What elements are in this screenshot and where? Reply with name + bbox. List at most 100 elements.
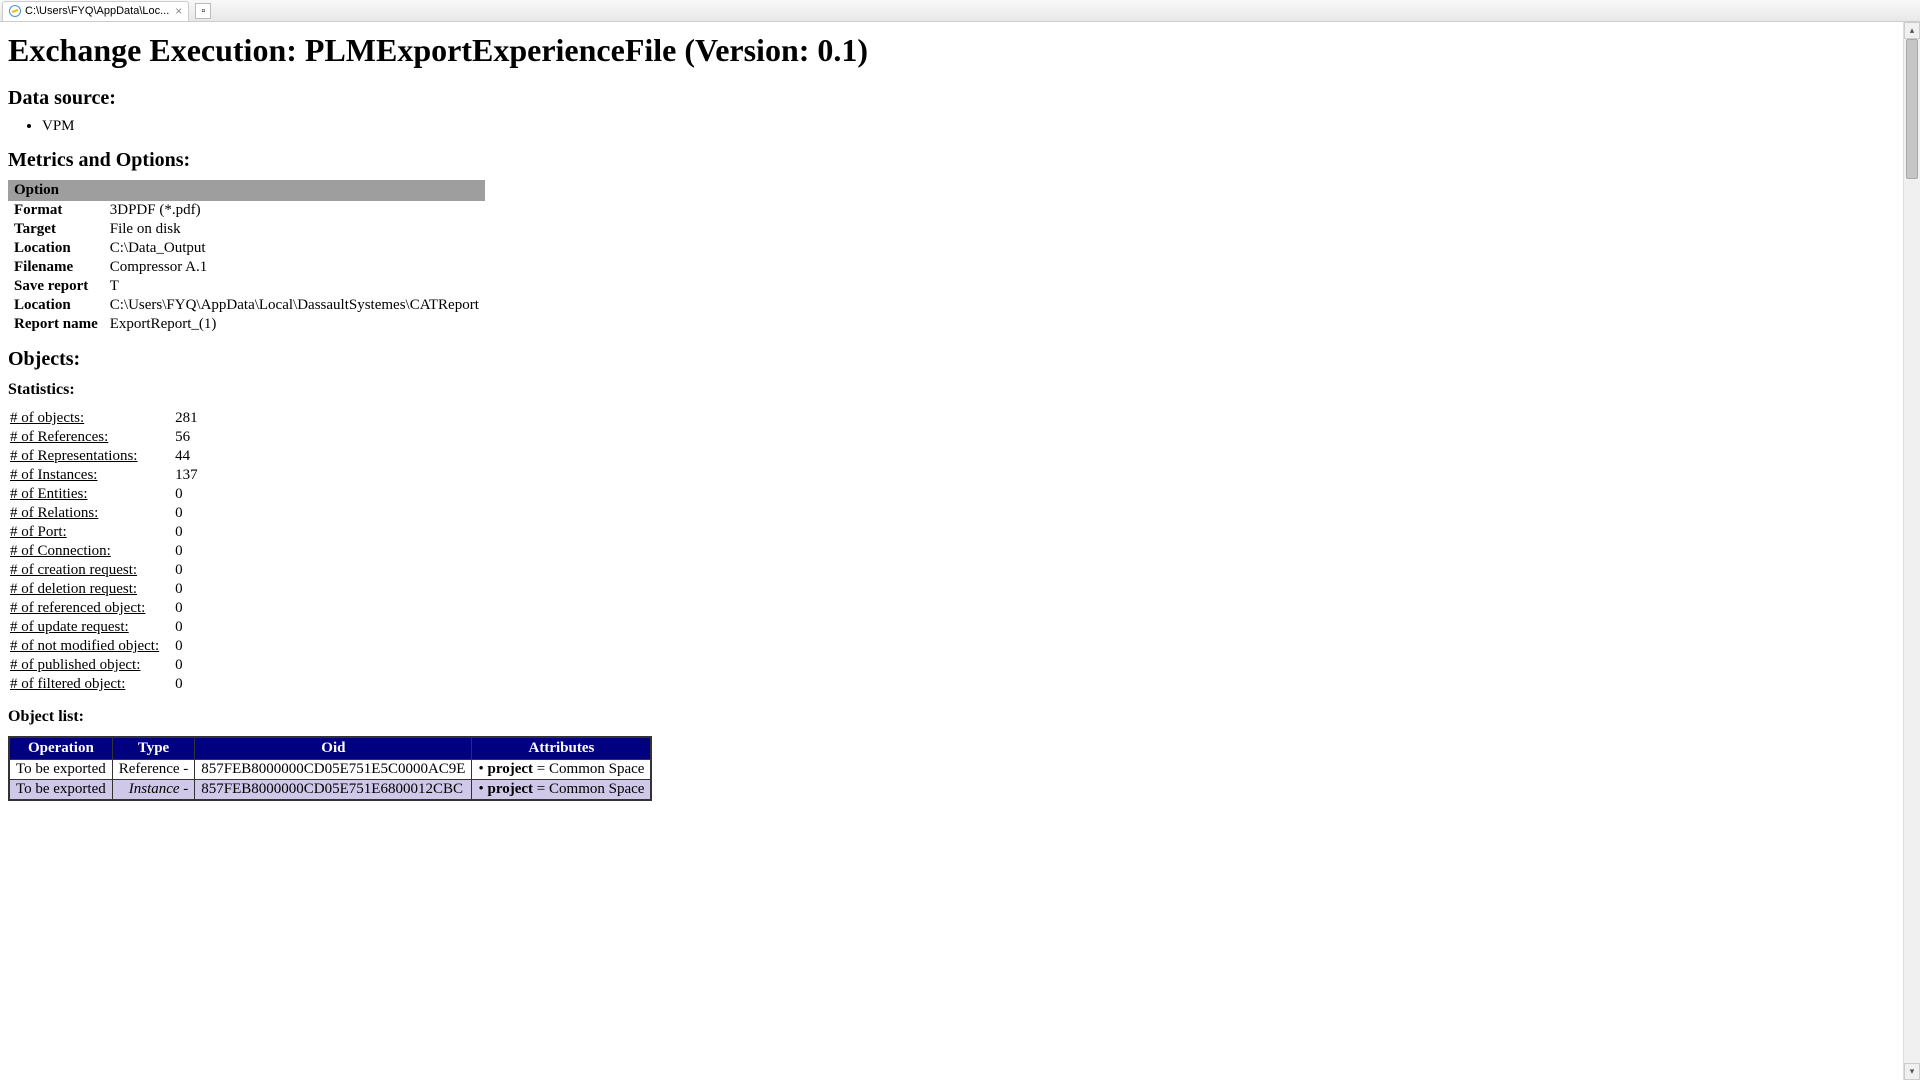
options-header-blank: [104, 180, 485, 201]
stat-label: # of not modified object:: [8, 637, 167, 656]
option-value: 3DPDF (*.pdf): [104, 201, 485, 220]
stat-row: # of Connection:0: [8, 542, 206, 561]
data-source-item: VPM: [42, 118, 1912, 135]
col-operation: Operation: [9, 737, 112, 760]
stat-label: # of Relations:: [8, 504, 167, 523]
stat-label: # of Port:: [8, 523, 167, 542]
new-tab-icon: ▫: [201, 5, 205, 17]
stat-label: # of objects:: [8, 409, 167, 428]
stat-label: # of References:: [8, 428, 167, 447]
stat-value: 0: [167, 523, 206, 542]
stat-row: # of Representations:44: [8, 447, 206, 466]
option-label: Format: [8, 201, 104, 220]
options-table: Option Format3DPDF (*.pdf)TargetFile on …: [8, 180, 485, 334]
object-list-table: Operation Type Oid Attributes To be expo…: [8, 736, 652, 801]
option-label: Location: [8, 296, 104, 315]
stat-label: # of filtered object:: [8, 675, 167, 694]
stat-value: 0: [167, 561, 206, 580]
stat-value: 0: [167, 618, 206, 637]
col-type: Type: [112, 737, 195, 760]
tab-title: C:\Users\FYQ\AppData\Loc...: [25, 5, 169, 17]
stat-row: # of filtered object:0: [8, 675, 206, 694]
stat-value: 0: [167, 504, 206, 523]
browser-tab[interactable]: C:\Users\FYQ\AppData\Loc... ×: [2, 1, 189, 21]
stat-value: 0: [167, 485, 206, 504]
attr-value: Common Space: [549, 781, 644, 797]
option-label: Save report: [8, 277, 104, 296]
vertical-scrollbar[interactable]: ▴ ▾: [1903, 22, 1920, 1080]
option-value: C:\Data_Output: [104, 239, 485, 258]
document-body: Exchange Execution: PLMExportExperienceF…: [0, 22, 1920, 841]
stat-row: # of References:56: [8, 428, 206, 447]
stat-row: # of Instances:137: [8, 466, 206, 485]
cell-oid: 857FEB8000000CD05E751E6800012CBC: [195, 780, 472, 801]
stat-value: 0: [167, 542, 206, 561]
attr-value: Common Space: [549, 761, 644, 777]
cell-type: Reference -: [112, 760, 195, 780]
option-value: Compressor A.1: [104, 258, 485, 277]
stat-label: # of Instances:: [8, 466, 167, 485]
cell-attributes: • project = Common Space: [472, 780, 651, 801]
stat-label: # of Connection:: [8, 542, 167, 561]
stat-row: # of Port:0: [8, 523, 206, 542]
cell-operation: To be exported: [9, 760, 112, 780]
statistics-heading: Statistics:: [8, 381, 1912, 399]
data-source-list: VPM: [8, 118, 1912, 135]
stat-label: # of referenced object:: [8, 599, 167, 618]
stat-value: 0: [167, 599, 206, 618]
stat-row: # of creation request:0: [8, 561, 206, 580]
scroll-down-button[interactable]: ▾: [1904, 1063, 1920, 1080]
col-attributes: Attributes: [472, 737, 651, 760]
table-row: To be exportedReference -857FEB8000000CD…: [9, 760, 651, 780]
option-value: T: [104, 277, 485, 296]
stat-label: # of update request:: [8, 618, 167, 637]
stat-label: # of published object:: [8, 656, 167, 675]
cell-attributes: • project = Common Space: [472, 760, 651, 780]
viewport: Exchange Execution: PLMExportExperienceF…: [0, 22, 1920, 1080]
metrics-heading: Metrics and Options:: [8, 149, 1912, 172]
option-row: Save reportT: [8, 277, 485, 296]
stat-value: 0: [167, 580, 206, 599]
option-row: LocationC:\Users\FYQ\AppData\Local\Dassa…: [8, 296, 485, 315]
stat-row: # of Entities:0: [8, 485, 206, 504]
stat-row: # of referenced object:0: [8, 599, 206, 618]
option-value: ExportReport_(1): [104, 315, 485, 334]
ie-icon: [9, 5, 21, 17]
stat-value: 0: [167, 637, 206, 656]
stat-value: 0: [167, 656, 206, 675]
scroll-up-button[interactable]: ▴: [1904, 22, 1920, 39]
stat-label: # of creation request:: [8, 561, 167, 580]
stat-label: # of deletion request:: [8, 580, 167, 599]
option-row: Format3DPDF (*.pdf): [8, 201, 485, 220]
new-tab-button[interactable]: ▫: [195, 3, 211, 19]
cell-oid: 857FEB8000000CD05E751E5C0000AC9E: [195, 760, 472, 780]
option-label: Location: [8, 239, 104, 258]
data-source-heading: Data source:: [8, 87, 1912, 110]
stat-label: # of Representations:: [8, 447, 167, 466]
stat-row: # of objects:281: [8, 409, 206, 428]
option-row: Report nameExportReport_(1): [8, 315, 485, 334]
option-row: LocationC:\Data_Output: [8, 239, 485, 258]
col-oid: Oid: [195, 737, 472, 760]
option-label: Report name: [8, 315, 104, 334]
option-row: FilenameCompressor A.1: [8, 258, 485, 277]
cell-operation: To be exported: [9, 780, 112, 801]
stat-value: 0: [167, 675, 206, 694]
scroll-thumb[interactable]: [1906, 39, 1918, 179]
cell-type: Instance -: [112, 780, 195, 801]
stat-value: 281: [167, 409, 206, 428]
objects-heading: Objects:: [8, 348, 1912, 371]
stat-label: # of Entities:: [8, 485, 167, 504]
scroll-track[interactable]: [1904, 39, 1920, 1063]
option-row: TargetFile on disk: [8, 220, 485, 239]
close-icon[interactable]: ×: [175, 4, 182, 18]
stat-row: # of Relations:0: [8, 504, 206, 523]
attr-key: project: [488, 781, 534, 797]
option-label: Filename: [8, 258, 104, 277]
option-value: File on disk: [104, 220, 485, 239]
browser-tab-strip: C:\Users\FYQ\AppData\Loc... × ▫: [0, 0, 1920, 22]
stat-value: 44: [167, 447, 206, 466]
statistics-table: # of objects:281# of References:56# of R…: [8, 409, 206, 694]
stat-row: # of published object:0: [8, 656, 206, 675]
stat-row: # of not modified object:0: [8, 637, 206, 656]
